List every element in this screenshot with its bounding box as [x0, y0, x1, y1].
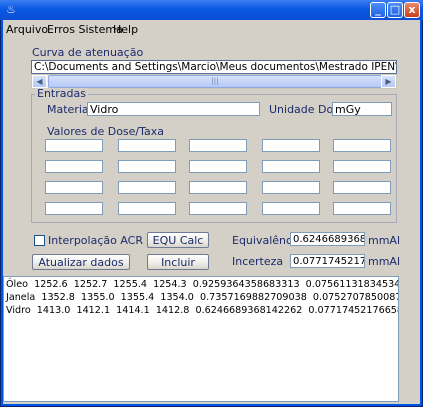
dose-input-r2-c2[interactable]: [118, 160, 176, 173]
inputs-group-title: Entradas: [35, 87, 88, 100]
scroll-thumb[interactable]: |||: [48, 75, 382, 88]
results-row-oleo: Óleo 1252.6 1252.7 1255.4 1254.3 0.92593…: [6, 279, 399, 290]
unit-dose-field[interactable]: mGy: [332, 102, 392, 116]
equ-calc-button[interactable]: EQU Calc: [147, 232, 209, 248]
material-field[interactable]: Vidro: [87, 102, 260, 116]
dose-input-r1-c1[interactable]: [45, 139, 103, 152]
dose-input-r1-c5[interactable]: [333, 139, 391, 152]
dose-input-r2-c3[interactable]: [189, 160, 247, 173]
interpolation-checkbox[interactable]: [34, 235, 45, 246]
dose-input-r4-c5[interactable]: [333, 202, 391, 215]
close-button[interactable]: x: [404, 2, 420, 18]
results-row-janela: Janela 1352.8 1355.0 1355.4 1354.0 0.735…: [6, 292, 399, 303]
update-data-button[interactable]: Atualizar dados: [32, 254, 130, 270]
menu-erros-sistema[interactable]: Erros Sistema: [47, 23, 123, 37]
dose-input-r4-c2[interactable]: [118, 202, 176, 215]
dose-values-label: Valores de Dose/Taxa: [47, 125, 165, 138]
equivalence-unit: mmAl: [368, 234, 401, 247]
dose-input-r1-c2[interactable]: [118, 139, 176, 152]
dose-input-r1-c3[interactable]: [189, 139, 247, 152]
uncertainty-field[interactable]: 0.077174521766: [290, 254, 365, 268]
dose-input-r4-c4[interactable]: [262, 202, 320, 215]
dose-input-r2-c1[interactable]: [45, 160, 103, 173]
attenuation-label: Curva de atenuação: [32, 46, 144, 59]
java-cup-icon: ♨: [6, 3, 16, 16]
uncertainty-label: Incerteza: [232, 255, 284, 268]
dose-input-r1-c4[interactable]: [262, 139, 320, 152]
results-row-vidro: Vidro 1413.0 1412.1 1414.1 1412.8 0.6246…: [6, 305, 399, 316]
dose-input-r3-c3[interactable]: [189, 181, 247, 194]
dose-input-r4-c1[interactable]: [45, 202, 103, 215]
dose-input-r3-c2[interactable]: [118, 181, 176, 194]
dose-input-r2-c5[interactable]: [333, 160, 391, 173]
dose-input-r3-c4[interactable]: [262, 181, 320, 194]
menu-help[interactable]: Help: [113, 23, 138, 37]
dose-input-r4-c3[interactable]: [189, 202, 247, 215]
scroll-right-icon[interactable]: ▶: [381, 75, 396, 88]
dose-input-r2-c4[interactable]: [262, 160, 320, 173]
uncertainty-unit: mmAl: [368, 255, 401, 268]
include-button[interactable]: Incluir: [147, 254, 209, 270]
maximize-button[interactable]: □: [387, 2, 403, 18]
menu-arquivo[interactable]: Arquivo: [6, 23, 48, 37]
attenuation-path-field[interactable]: C:\Documents and Settings\Marcio\Meus do…: [31, 60, 397, 74]
equivalence-field[interactable]: 0.624668936814226: [290, 232, 365, 246]
minimize-button[interactable]: _: [370, 2, 386, 18]
title-bar[interactable]: ♨ _ □ x: [0, 0, 423, 20]
dose-input-r3-c5[interactable]: [333, 181, 391, 194]
dose-input-r3-c1[interactable]: [45, 181, 103, 194]
results-text-area[interactable]: Óleo 1252.6 1252.7 1255.4 1254.3 0.92593…: [3, 276, 399, 402]
interpolation-label: Interpolação ACR: [48, 234, 143, 247]
